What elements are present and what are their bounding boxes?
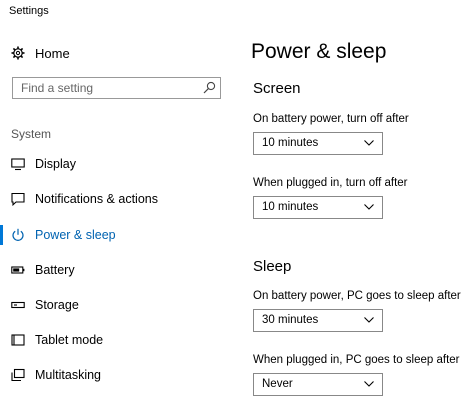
sidebar: Home Find a setting System Display Notif… — [0, 0, 240, 408]
screen-battery-label: On battery power, turn off after — [253, 113, 409, 125]
main-content: Power & sleep Screen On battery power, t… — [240, 0, 474, 408]
sidebar-item-display[interactable]: Display — [0, 152, 240, 176]
nav-home[interactable]: Home — [11, 42, 70, 64]
sidebar-item-power-sleep[interactable]: Power & sleep — [0, 223, 240, 247]
tablet-icon — [11, 334, 25, 346]
section-header: System — [11, 127, 52, 141]
power-icon — [12, 228, 24, 241]
screen-battery-dropdown[interactable]: 10 minutes — [253, 132, 383, 155]
dropdown-value: Never — [262, 378, 293, 390]
screen-plugged-dropdown[interactable]: 10 minutes — [253, 196, 383, 219]
battery-icon — [11, 266, 25, 274]
sleep-heading: Sleep — [253, 258, 292, 275]
sidebar-item-label: Multitasking — [35, 368, 101, 382]
sleep-plugged-dropdown[interactable]: Never — [253, 373, 383, 396]
sidebar-item-label: Display — [35, 157, 76, 171]
sleep-plugged-label: When plugged in, PC goes to sleep after — [253, 354, 460, 366]
sidebar-item-label: Notifications & actions — [35, 192, 158, 206]
sidebar-item-notifications[interactable]: Notifications & actions — [0, 187, 240, 211]
nav-home-label: Home — [35, 45, 70, 61]
search-icon[interactable] — [203, 81, 216, 94]
sleep-battery-label: On battery power, PC goes to sleep after — [253, 290, 461, 302]
dropdown-value: 30 minutes — [262, 314, 319, 326]
monitor-icon — [11, 158, 25, 171]
active-indicator — [0, 225, 3, 245]
search-input[interactable]: Find a setting — [12, 77, 221, 99]
sidebar-item-label: Power & sleep — [35, 228, 116, 242]
message-icon — [11, 192, 25, 206]
dropdown-value: 10 minutes — [262, 201, 319, 213]
sidebar-item-multitasking[interactable]: Multitasking — [0, 363, 240, 387]
chevron-down-icon — [364, 140, 374, 146]
sidebar-item-battery[interactable]: Battery — [0, 258, 240, 282]
gear-icon — [11, 46, 25, 60]
screen-heading: Screen — [253, 80, 301, 97]
dropdown-value: 10 minutes — [262, 137, 319, 149]
sidebar-item-label: Tablet mode — [35, 333, 104, 347]
storage-icon — [11, 301, 25, 309]
chevron-down-icon — [364, 381, 374, 387]
page-title: Power & sleep — [251, 40, 387, 63]
sidebar-item-label: Battery — [35, 263, 75, 277]
sleep-battery-dropdown[interactable]: 30 minutes — [253, 309, 383, 332]
screen-plugged-label: When plugged in, turn off after — [253, 177, 408, 189]
sidebar-item-label: Storage — [35, 298, 79, 312]
chevron-down-icon — [364, 317, 374, 323]
multitasking-icon — [11, 368, 25, 382]
chevron-down-icon — [364, 204, 374, 210]
sidebar-item-tablet-mode[interactable]: Tablet mode — [0, 328, 240, 352]
sidebar-item-storage[interactable]: Storage — [0, 293, 240, 317]
search-placeholder: Find a setting — [21, 81, 94, 95]
